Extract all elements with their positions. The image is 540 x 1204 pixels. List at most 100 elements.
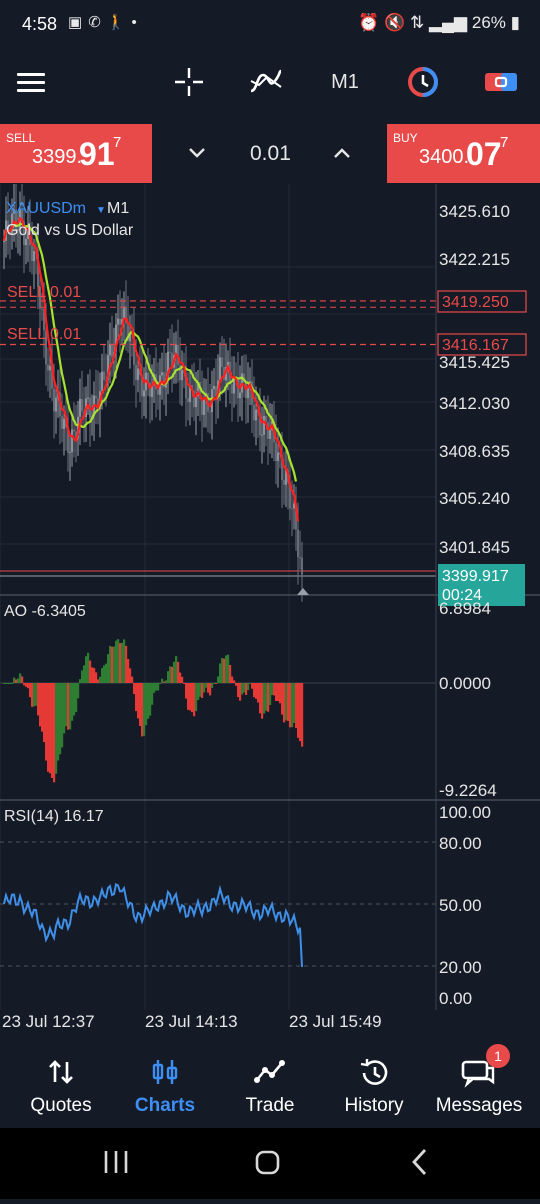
time-axis: 23 Jul 12:37 23 Jul 14:13 23 Jul 15:49	[2, 1012, 382, 1031]
ao-bar	[167, 671, 170, 683]
ao-label: AO -6.3405	[4, 603, 86, 620]
candle-body	[69, 452, 71, 454]
nav-trade[interactable]: Trade	[216, 1044, 324, 1128]
candle-body	[261, 434, 263, 436]
ao-bar	[121, 642, 124, 683]
candle-body	[55, 397, 57, 412]
ao-bar	[183, 683, 186, 684]
ao-bar	[101, 668, 104, 683]
ao-bar	[153, 683, 156, 693]
chevron-down-icon	[189, 148, 205, 158]
ao-bar	[199, 683, 202, 697]
nav-history[interactable]: History	[320, 1044, 428, 1128]
ao-bar	[73, 683, 76, 716]
ao-bar	[241, 683, 244, 695]
buy-button[interactable]: BUY 3400. 07 7	[387, 124, 540, 183]
ao-bar	[203, 683, 206, 693]
ao-bar	[79, 679, 82, 683]
candle-body	[301, 557, 303, 575]
decrease-lot-button[interactable]	[188, 142, 206, 165]
charts-icon	[111, 1058, 219, 1088]
ao-bar	[201, 683, 204, 698]
ao-bar	[211, 683, 214, 689]
candle-body	[103, 371, 105, 380]
ao-bar	[135, 683, 138, 712]
increase-lot-button[interactable]	[333, 142, 351, 165]
ao-bar	[95, 672, 98, 683]
ao-bar	[175, 656, 178, 683]
rsi-tick: 0.00	[439, 989, 472, 1008]
candle-body	[255, 409, 257, 421]
chart-description: Gold vs US Dollar	[6, 222, 134, 239]
crosshair-icon[interactable]	[172, 52, 206, 112]
sell-button[interactable]: SELL 3399. 91 7	[0, 124, 152, 183]
order-label: SELL 0.01	[7, 326, 81, 343]
ao-bar	[147, 683, 150, 719]
ao-bar	[23, 683, 26, 686]
messages-icon	[425, 1058, 533, 1088]
battery-icon: ▮	[510, 13, 520, 32]
ao-bar	[21, 676, 24, 683]
candle-body	[79, 398, 81, 417]
candle-body	[231, 384, 233, 394]
candle-body	[73, 429, 75, 432]
ao-bar	[257, 683, 260, 703]
home-icon[interactable]	[255, 1150, 280, 1175]
ao-bar	[27, 683, 30, 689]
ao-bar	[163, 681, 166, 683]
chart-symbol[interactable]: XAUUSDm	[6, 200, 86, 217]
current-price-label: 3399.917	[442, 568, 509, 585]
nav-quotes[interactable]: Quotes	[7, 1044, 115, 1128]
ao-bar	[165, 680, 168, 683]
objects-icon[interactable]	[405, 52, 441, 112]
nav-charts[interactable]: Charts	[111, 1044, 219, 1128]
candlesticks	[3, 184, 303, 602]
menu-icon[interactable]	[14, 52, 48, 112]
ao-bar	[71, 683, 74, 721]
ao-bar	[5, 683, 8, 684]
back-icon[interactable]	[412, 1149, 427, 1175]
ao-bar	[243, 683, 246, 693]
indicators-icon[interactable]	[248, 52, 284, 112]
ao-bar	[29, 683, 32, 698]
rsi-axis: 100.00 80.00 50.00 20.00 0.00	[439, 803, 491, 1008]
one-click-trading-icon[interactable]	[483, 52, 519, 112]
buy-price-point: 7	[500, 134, 509, 151]
ao-bar	[45, 683, 48, 761]
ao-bar	[155, 683, 158, 691]
bottom-navigation: Quotes Charts Trade History 1 Messages	[0, 1044, 540, 1128]
ao-bar	[227, 654, 230, 683]
price-axis: 3425.610 3422.215 3415.425 3412.030 3408…	[439, 202, 510, 557]
ao-bar	[77, 683, 80, 699]
ao-bar	[81, 670, 84, 683]
candle-body	[291, 508, 293, 510]
ao-bar	[181, 676, 184, 683]
ao-bar	[197, 683, 200, 700]
ao-histogram	[3, 639, 304, 783]
ao-bar	[139, 683, 142, 726]
ao-bar	[91, 667, 94, 683]
candle-body	[187, 398, 189, 402]
candle-body	[157, 389, 159, 395]
symbol-dropdown-icon[interactable]: ▼	[96, 205, 106, 216]
ao-bar	[129, 668, 132, 683]
buy-price-pips: 07	[466, 136, 502, 172]
price-tick: 3412.030	[439, 394, 510, 413]
candle-body	[95, 395, 97, 399]
ao-bar	[187, 683, 190, 710]
ao-bar	[271, 683, 274, 696]
candle-body	[117, 318, 119, 325]
nav-history-label: History	[344, 1095, 404, 1116]
price-chart[interactable]: XAUUSDm ▼ M1 Gold vs US Dollar 3425.610 …	[0, 184, 540, 1034]
chart-toolbar: M1	[0, 52, 540, 112]
system-navigation	[0, 1128, 540, 1199]
timeframe-button[interactable]: M1	[324, 52, 366, 112]
nav-messages[interactable]: 1 Messages	[425, 1044, 533, 1128]
ao-bar	[285, 683, 288, 721]
candle-body	[137, 368, 139, 380]
ao-bar	[49, 683, 52, 774]
recent-apps-icon[interactable]	[104, 1151, 128, 1173]
ao-bar	[123, 639, 126, 683]
ao-bar	[111, 646, 114, 683]
lot-size-input[interactable]: 0.01	[250, 142, 291, 166]
